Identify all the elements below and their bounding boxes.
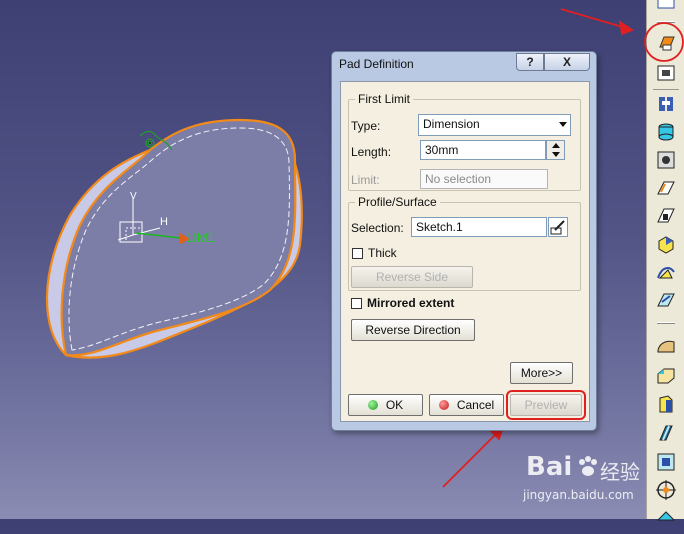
- spin-up-icon[interactable]: [552, 143, 560, 148]
- shell-icon[interactable]: [654, 422, 678, 446]
- multi-sections-solid-icon[interactable]: [654, 260, 678, 284]
- selection-label: Selection:: [351, 221, 404, 235]
- ok-button[interactable]: OK: [348, 394, 423, 416]
- sketch-edit-button[interactable]: [548, 217, 568, 237]
- ok-label: OK: [385, 398, 404, 412]
- solid-combine-icon[interactable]: [654, 232, 678, 256]
- watermark-url: jingyan.baidu.com: [523, 488, 634, 502]
- pad-definition-dialog[interactable]: Pad Definition ? X First Limit Type: Dim…: [331, 51, 597, 431]
- paw-icon: [578, 456, 598, 478]
- watermark-brand: Bai: [526, 452, 573, 482]
- limit-label: Limit:: [351, 173, 380, 187]
- watermark-suffix: 经验: [600, 460, 640, 484]
- length-label: Length:: [351, 145, 392, 159]
- thickness-icon[interactable]: [654, 450, 678, 474]
- preview-highlight: [506, 390, 586, 420]
- more-button[interactable]: More>>: [510, 362, 573, 384]
- shaft-icon[interactable]: [654, 92, 678, 116]
- sketcher-icon[interactable]: [654, 0, 678, 16]
- length-input[interactable]: 30mm: [420, 140, 546, 160]
- edge-fillet-icon[interactable]: [654, 334, 678, 358]
- annotation-arrow-top: [560, 8, 634, 36]
- cancel-status-icon: [438, 400, 449, 410]
- ok-status-icon: [367, 400, 378, 410]
- dialog-body: First Limit Type: Dimension Length: 30mm…: [340, 81, 590, 422]
- thick-checkbox[interactable]: [352, 248, 363, 259]
- mirrored-extent-label[interactable]: Mirrored extent: [367, 296, 454, 310]
- reverse-direction-button[interactable]: Reverse Direction: [351, 319, 475, 341]
- watermark: Bai 经验 jingyan.baidu.com: [500, 448, 646, 518]
- chevron-down-icon[interactable]: [559, 122, 567, 127]
- close-button[interactable]: X: [544, 53, 590, 71]
- pencil-icon: [550, 220, 565, 235]
- hole-icon[interactable]: [654, 120, 678, 144]
- mirrored-extent-checkbox[interactable]: [351, 298, 362, 309]
- thread-icon[interactable]: [654, 478, 678, 502]
- spin-down-icon[interactable]: [552, 152, 560, 157]
- axis-v-label: V: [130, 191, 137, 202]
- first-limit-legend: First Limit: [355, 92, 413, 106]
- dialog-title: Pad Definition: [339, 57, 414, 71]
- thick-label[interactable]: Thick: [368, 246, 397, 260]
- highlight-circle: [644, 22, 684, 62]
- stiffener-icon[interactable]: [654, 204, 678, 228]
- chamfer-icon[interactable]: [654, 364, 678, 388]
- pocket-icon[interactable]: [654, 61, 678, 85]
- annotation-arrow-bottom: [442, 425, 505, 488]
- type-dropdown[interactable]: Dimension: [418, 114, 571, 136]
- selection-field[interactable]: Sketch.1: [411, 217, 547, 237]
- removed-multi-sections-icon[interactable]: [654, 288, 678, 312]
- rib-icon[interactable]: [654, 148, 678, 172]
- type-label: Type:: [351, 119, 381, 133]
- axis-h-label: H: [160, 216, 168, 228]
- lim1-label[interactable]: LIM1: [186, 230, 215, 245]
- remove-face-icon[interactable]: [654, 506, 678, 530]
- limit-field: No selection: [420, 169, 548, 189]
- reverse-side-button: Reverse Side: [351, 266, 473, 288]
- length-spinner[interactable]: [546, 140, 565, 160]
- help-button[interactable]: ?: [516, 53, 544, 71]
- cancel-button[interactable]: Cancel: [429, 394, 504, 416]
- cancel-label: Cancel: [456, 398, 495, 412]
- profile-surface-legend: Profile/Surface: [355, 195, 440, 209]
- draft-icon[interactable]: [654, 392, 678, 416]
- slot-icon[interactable]: [654, 176, 678, 200]
- part-design-toolbar: [644, 0, 684, 521]
- type-value: Dimension: [423, 117, 480, 131]
